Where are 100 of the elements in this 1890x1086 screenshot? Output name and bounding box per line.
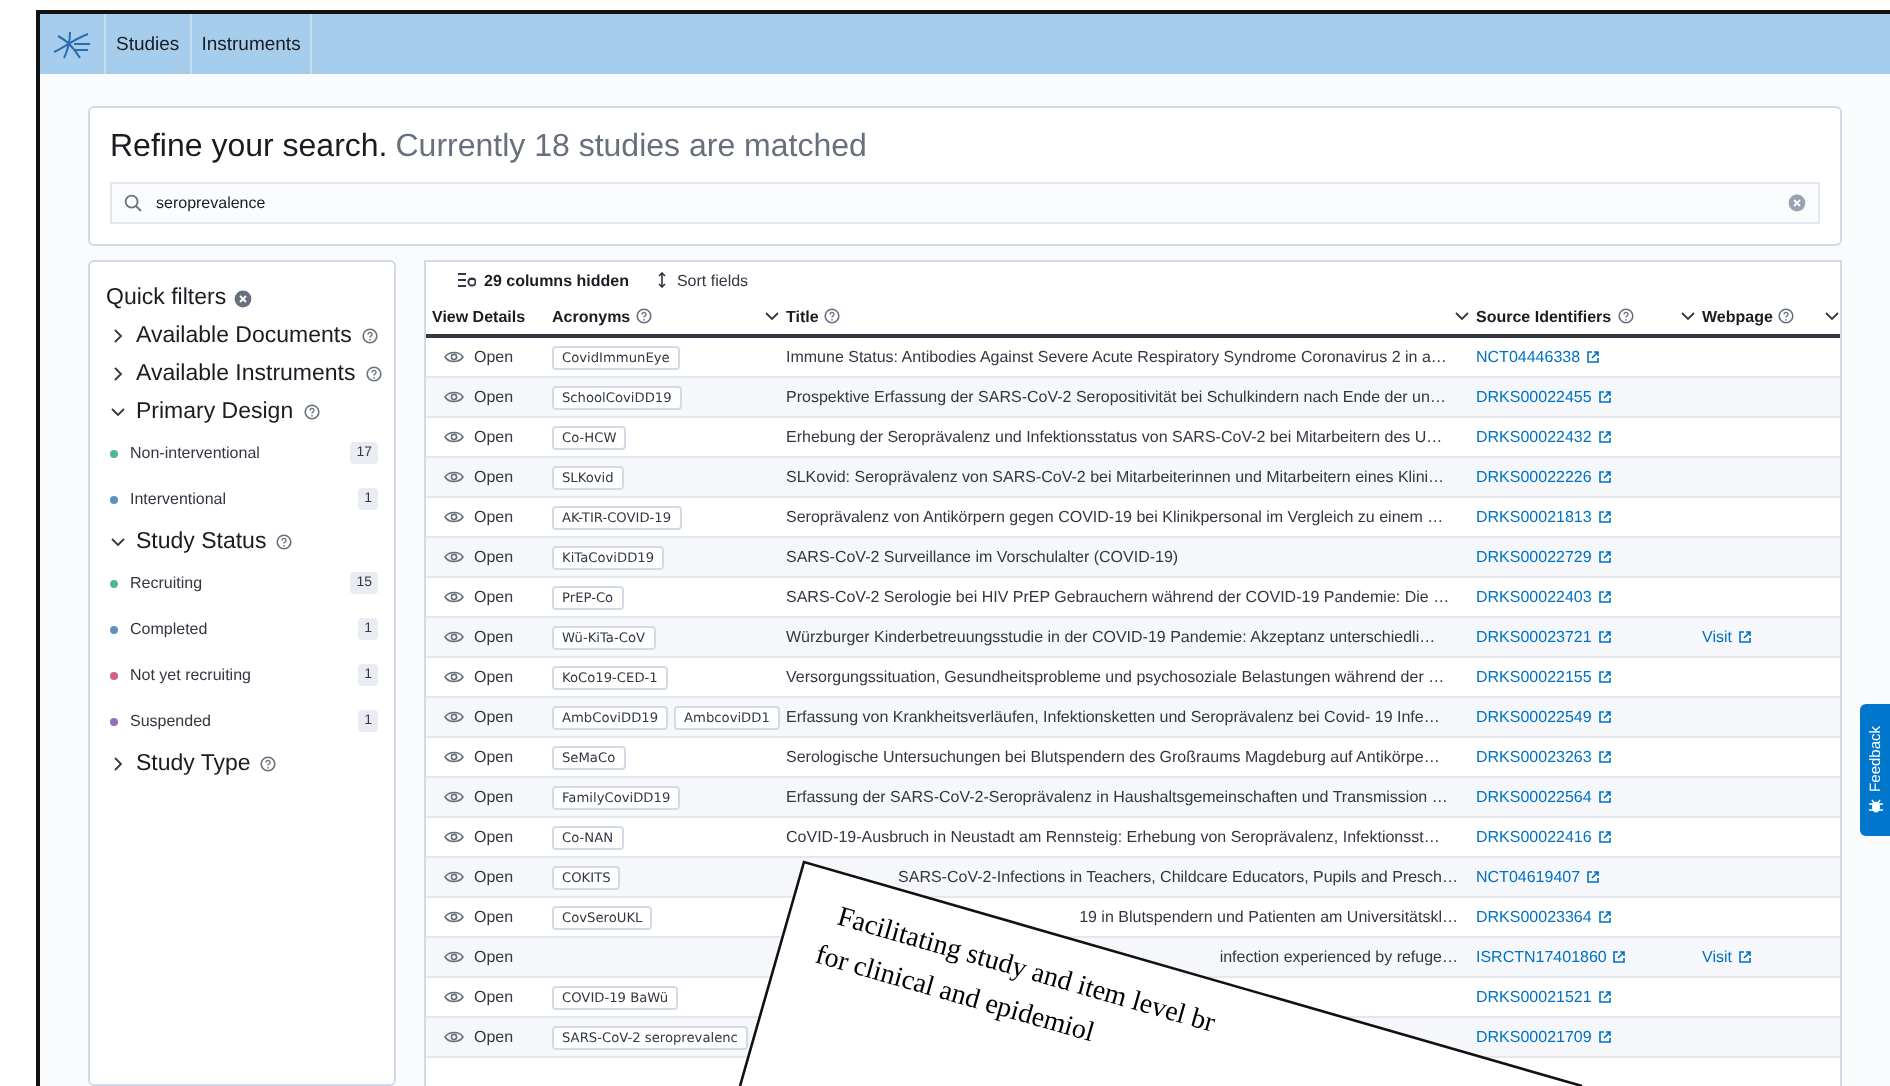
webpage-link[interactable]: Visit: [1702, 628, 1752, 646]
column-header[interactable]: Webpage: [1696, 298, 1840, 334]
source-id-link[interactable]: DRKS00022432: [1476, 428, 1612, 446]
open-details-button[interactable]: Open: [432, 468, 514, 486]
source-id-link[interactable]: DRKS00021521: [1476, 988, 1612, 1006]
chevron-down-icon: [110, 533, 126, 549]
source-id-link[interactable]: DRKS00021813: [1476, 508, 1612, 526]
open-details-button[interactable]: Open: [432, 908, 514, 926]
eye-icon: [444, 750, 464, 764]
external-link-icon: [1597, 750, 1612, 764]
source-id-link[interactable]: NCT04619407: [1476, 868, 1601, 886]
external-link-icon: [1597, 710, 1612, 724]
eye-icon: [444, 830, 464, 844]
external-link-icon: [1597, 590, 1612, 604]
search-icon: [124, 194, 142, 212]
external-link-icon: [1597, 990, 1612, 1004]
clear-icon: [1788, 194, 1806, 212]
source-id-link[interactable]: DRKS00023721: [1476, 628, 1612, 646]
source-id-link[interactable]: DRKS00022416: [1476, 828, 1612, 846]
open-details-button[interactable]: Open: [432, 988, 514, 1006]
external-link-icon: [1597, 1030, 1612, 1044]
search-field[interactable]: seroprevalence: [110, 182, 1820, 224]
source-id-link[interactable]: DRKS00021709: [1476, 1028, 1612, 1046]
open-details-button[interactable]: Open: [432, 748, 514, 766]
source-id-link[interactable]: DRKS00022155: [1476, 668, 1612, 686]
open-details-button[interactable]: Open: [432, 788, 514, 806]
source-id-link[interactable]: ISRCTN17401860: [1476, 948, 1627, 966]
study-title: infection experienced by refuge…: [1219, 948, 1458, 966]
help-icon: [260, 755, 277, 771]
eye-icon: [444, 910, 464, 924]
eye-icon: [444, 790, 464, 804]
external-link-icon: [1597, 430, 1612, 444]
external-link-icon: [1597, 550, 1612, 564]
external-link-icon: [1586, 870, 1601, 884]
external-link-icon: [1597, 510, 1612, 524]
columns-icon: [458, 272, 476, 288]
filter-option-label: Completed: [130, 620, 210, 638]
bug-icon: [1867, 797, 1883, 814]
open-details-button[interactable]: Open: [432, 628, 514, 646]
source-id-link[interactable]: DRKS00022564: [1476, 788, 1612, 806]
webpage-link[interactable]: Visit: [1702, 948, 1752, 966]
open-details-button[interactable]: Open: [432, 548, 514, 566]
eye-icon: [444, 350, 464, 364]
sort-fields-button[interactable]: Sort fields: [656, 271, 749, 289]
filter-section-toggle[interactable]: Primary Design: [106, 392, 320, 430]
eye-icon: [444, 710, 464, 724]
external-link-icon: [1597, 830, 1612, 844]
study-title: SARS-CoV-2 Surveillance im Vorschulalter (COVID-19): [786, 548, 1179, 566]
chevron-down-icon: [764, 308, 780, 324]
filter-section-toggle[interactable]: Available Instruments: [106, 354, 382, 392]
open-details-button[interactable]: Open: [432, 428, 514, 446]
external-link-icon: [1597, 790, 1612, 804]
match-count-text: Currently 18 studies are matched: [395, 130, 867, 166]
open-details-button[interactable]: Open: [432, 1028, 514, 1046]
source-id-link[interactable]: NCT04446338: [1476, 348, 1601, 366]
eye-icon: [444, 950, 464, 964]
filter-section-toggle[interactable]: Study Status: [106, 522, 293, 560]
open-details-button[interactable]: Open: [432, 588, 514, 606]
source-id-link[interactable]: DRKS00022226: [1476, 468, 1612, 486]
open-details-button[interactable]: Open: [432, 508, 514, 526]
open-details-button[interactable]: Open: [432, 388, 514, 406]
column-header[interactable]: Title: [780, 298, 1470, 334]
source-id-link[interactable]: DRKS00022455: [1476, 388, 1612, 406]
study-title: SARS-CoV-2-Infections in Teachers, Childcare Educators, Pupils and Presch…: [898, 868, 1458, 886]
chevron-right-icon: [110, 327, 126, 343]
open-details-button[interactable]: Open: [432, 708, 514, 726]
open-details-button[interactable]: Open: [432, 948, 514, 966]
open-details-button[interactable]: Open: [432, 668, 514, 686]
eye-icon: [444, 870, 464, 884]
help-icon: [636, 308, 653, 324]
hidden-columns-button[interactable]: 29 columns hidden: [458, 271, 629, 289]
external-link-icon: [1612, 950, 1627, 964]
study-title: Erhebung der Seroprävalenz und Infektionsstatus von SARS-CoV-2 bei Mitarbeitern des U…: [786, 428, 1443, 446]
column-header[interactable]: Source Identifiers: [1470, 298, 1696, 334]
external-link-icon: [1597, 910, 1612, 924]
column-header[interactable]: Acronyms: [546, 298, 780, 334]
study-title: CoVID-19-Ausbruch in Neustadt am Rennsteig: Erhebung von Seroprävalenz, Infektionsst…: [786, 828, 1440, 846]
filter-section-toggle[interactable]: Study Type: [106, 744, 277, 782]
help-icon: [1778, 308, 1795, 324]
source-id-link[interactable]: DRKS00022549: [1476, 708, 1612, 726]
source-id-link[interactable]: DRKS00022403: [1476, 588, 1612, 606]
chevron-down-icon: [1680, 308, 1696, 324]
open-details-button[interactable]: Open: [432, 868, 514, 886]
open-details-button[interactable]: Open: [432, 828, 514, 846]
open-details-button[interactable]: Open: [432, 348, 514, 366]
source-id-link[interactable]: DRKS00022729: [1476, 548, 1612, 566]
chevron-down-icon: [1454, 308, 1470, 324]
eye-icon: [444, 630, 464, 644]
filter-section-toggle[interactable]: Available Documents: [106, 316, 378, 354]
filter-option-label: Suspended: [130, 712, 213, 730]
chevron-down-icon: [110, 403, 126, 419]
eye-icon: [444, 510, 464, 524]
column-header[interactable]: View Details: [426, 298, 546, 334]
external-link-icon: [1586, 350, 1601, 364]
chevron-right-icon: [110, 365, 126, 381]
nav-tab[interactable]: Instruments: [191, 14, 313, 74]
external-link-icon: [1737, 950, 1752, 964]
source-id-link[interactable]: DRKS00023263: [1476, 748, 1612, 766]
source-id-link[interactable]: DRKS00023364: [1476, 908, 1612, 926]
nav-tab[interactable]: Studies: [106, 14, 192, 74]
